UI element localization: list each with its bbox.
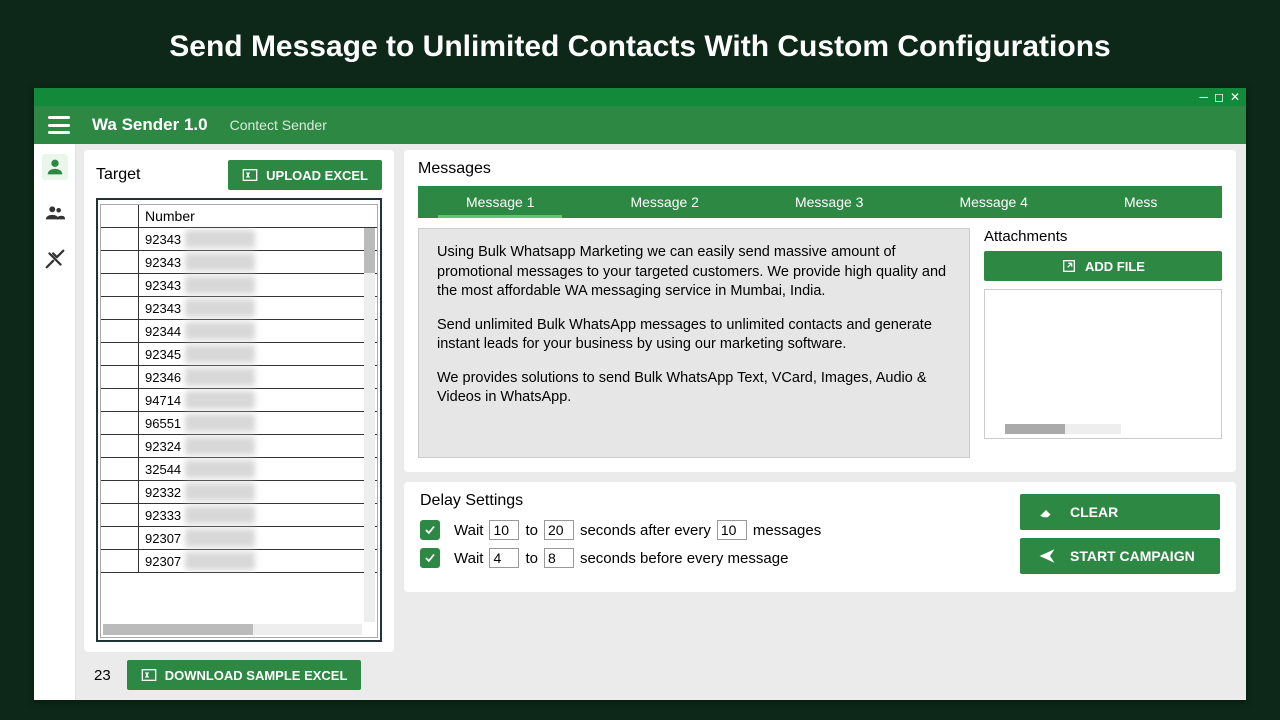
delay-after-count-input[interactable] (717, 520, 747, 540)
attachments-list[interactable] (984, 289, 1222, 439)
excel-icon (141, 667, 157, 683)
number-cell: 92307 (139, 550, 377, 572)
number-cell: 92333 (139, 504, 377, 526)
number-cell: 92345 (139, 343, 377, 365)
tab-message-2[interactable]: Message 2 (582, 186, 746, 218)
numbers-grid[interactable]: Number 923439234392343923439234492345923… (96, 198, 382, 642)
table-row[interactable]: 92333 (101, 504, 377, 527)
table-row[interactable]: 92343 (101, 297, 377, 320)
message-text-p1: Using Bulk Whatsapp Marketing we can eas… (437, 243, 951, 302)
close-button[interactable]: ✕ (1230, 91, 1240, 103)
message-tabs: Message 1Message 2Message 3Message 4Mess (418, 186, 1222, 218)
table-row[interactable]: 92344 (101, 320, 377, 343)
number-cell: 92346 (139, 366, 377, 388)
messages-title: Messages (418, 160, 1222, 178)
vertical-scrollbar[interactable] (364, 228, 375, 622)
table-row[interactable]: 92343 (101, 251, 377, 274)
message-text-p2: Send unlimited Bulk WhatsApp messages to… (437, 316, 951, 355)
number-cell: 92332 (139, 481, 377, 503)
clear-button[interactable]: CLEAR (1020, 494, 1220, 530)
group-icon (44, 202, 66, 224)
app-window: ─ ◻ ✕ Wa Sender 1.0 Contect Sender T (34, 88, 1246, 700)
tab-message-3[interactable]: Message 3 (747, 186, 911, 218)
open-icon (1061, 258, 1077, 274)
tab-message-4[interactable]: Message 4 (911, 186, 1075, 218)
start-campaign-button[interactable]: START CAMPAIGN (1020, 538, 1220, 574)
table-row[interactable]: 92343 (101, 228, 377, 251)
target-panel: Target UPLOAD EXCEL Number 92343923 (84, 150, 394, 652)
number-cell: 92307 (139, 527, 377, 549)
attachments-title: Attachments (984, 228, 1222, 245)
table-row[interactable]: 92332 (101, 481, 377, 504)
menu-icon[interactable] (48, 116, 70, 134)
app-title: Wa Sender 1.0 (92, 115, 208, 135)
delay-after-max-input[interactable] (544, 520, 574, 540)
download-sample-excel-button[interactable]: DOWNLOAD SAMPLE EXCEL (127, 660, 362, 690)
messages-panel: Messages Message 1Message 2Message 3Mess… (404, 150, 1236, 472)
table-row[interactable]: 92307 (101, 527, 377, 550)
start-campaign-label: START CAMPAIGN (1070, 548, 1195, 564)
tab-message-5[interactable]: Mess (1076, 186, 1205, 218)
minimize-button[interactable]: ─ (1199, 91, 1208, 103)
excel-icon (242, 167, 258, 183)
window-titlebar: ─ ◻ ✕ (34, 88, 1246, 106)
delay-panel: Delay Settings Wait to seconds after eve… (404, 482, 1236, 592)
app-header: Wa Sender 1.0 Contect Sender (34, 106, 1246, 144)
horizontal-scrollbar[interactable] (103, 624, 362, 635)
download-sample-label: DOWNLOAD SAMPLE EXCEL (165, 668, 348, 683)
checkbox-delay-before[interactable] (420, 548, 440, 568)
table-row[interactable]: 92343 (101, 274, 377, 297)
target-count: 23 (94, 667, 111, 684)
person-icon (44, 156, 66, 178)
delay-row-before: Wait to seconds before every message (420, 548, 821, 568)
delay-title: Delay Settings (420, 492, 821, 510)
message-textarea[interactable]: Using Bulk Whatsapp Marketing we can eas… (418, 228, 970, 458)
promo-banner: Send Message to Unlimited Contacts With … (0, 0, 1280, 88)
table-row[interactable]: 96551 (101, 412, 377, 435)
sidebar-item-group[interactable] (42, 200, 68, 226)
add-file-label: ADD FILE (1085, 259, 1145, 274)
maximize-button[interactable]: ◻ (1214, 91, 1224, 103)
number-cell: 96551 (139, 412, 377, 434)
delay-row-after: Wait to seconds after every messages (420, 520, 821, 540)
number-cell: 92343 (139, 274, 377, 296)
table-row[interactable]: 92346 (101, 366, 377, 389)
eraser-icon (1038, 503, 1056, 521)
delay-after-min-input[interactable] (489, 520, 519, 540)
table-row[interactable]: 94714 (101, 389, 377, 412)
sidebar-item-contact[interactable] (42, 154, 68, 180)
send-icon (1038, 547, 1056, 565)
number-cell: 92324 (139, 435, 377, 457)
add-file-button[interactable]: ADD FILE (984, 251, 1222, 281)
number-cell: 92344 (139, 320, 377, 342)
delay-before-min-input[interactable] (489, 548, 519, 568)
delay-before-max-input[interactable] (544, 548, 574, 568)
app-subtitle: Contect Sender (230, 117, 327, 133)
number-cell: 92343 (139, 228, 377, 250)
number-cell: 94714 (139, 389, 377, 411)
attachment-scrollbar[interactable] (1005, 424, 1121, 434)
upload-excel-button[interactable]: UPLOAD EXCEL (228, 160, 382, 190)
table-row[interactable]: 32544 (101, 458, 377, 481)
table-row[interactable]: 92307 (101, 550, 377, 573)
sidebar (34, 144, 76, 700)
checkbox-delay-after[interactable] (420, 520, 440, 540)
number-cell: 32544 (139, 458, 377, 480)
number-cell: 92343 (139, 251, 377, 273)
table-row[interactable]: 92324 (101, 435, 377, 458)
table-row[interactable]: 92345 (101, 343, 377, 366)
sidebar-item-tools[interactable] (42, 246, 68, 272)
column-header-number: Number (139, 205, 377, 227)
number-cell: 92343 (139, 297, 377, 319)
clear-label: CLEAR (1070, 504, 1118, 520)
message-text-p3: We provides solutions to send Bulk Whats… (437, 369, 951, 408)
tab-message-1[interactable]: Message 1 (418, 186, 582, 218)
tools-icon (44, 248, 66, 270)
target-title: Target (96, 166, 140, 184)
upload-excel-label: UPLOAD EXCEL (266, 168, 368, 183)
